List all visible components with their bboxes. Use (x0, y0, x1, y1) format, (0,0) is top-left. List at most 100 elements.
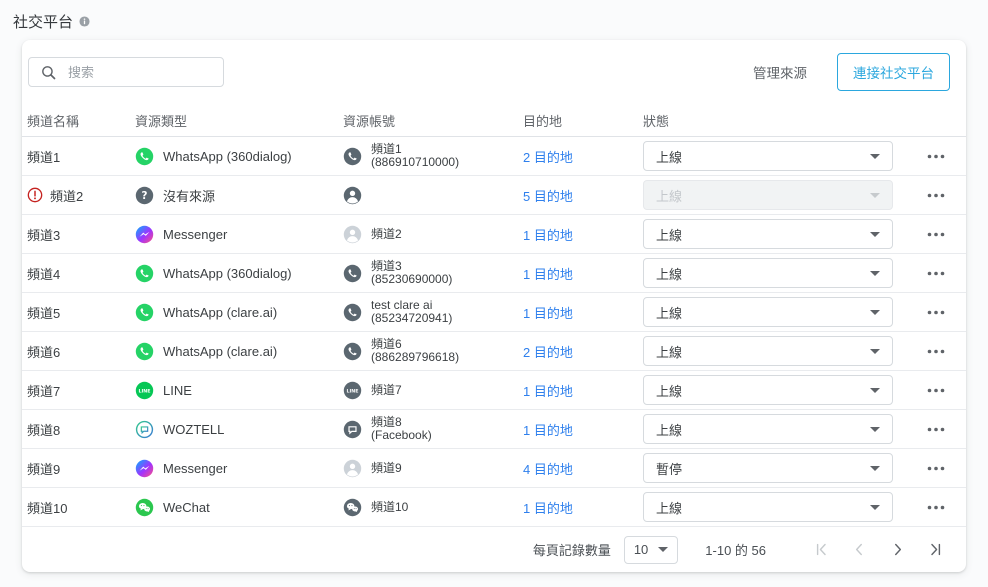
account-line1: 頻道6 (371, 338, 459, 352)
wechat-gray-icon (343, 498, 362, 517)
more-actions-button[interactable] (919, 187, 953, 204)
destination-link[interactable]: 1 目的地 (523, 423, 573, 438)
status-select[interactable]: 上線 (643, 336, 893, 366)
whatsapp-gray-icon (343, 147, 362, 166)
more-actions-button[interactable] (919, 460, 953, 477)
table-body: 頻道1 WhatsApp (360dialog) 頻道1 (8869107100… (22, 137, 966, 527)
person-light-icon (343, 459, 362, 478)
svg-text:?: ? (142, 190, 148, 202)
more-actions-button[interactable] (919, 499, 953, 516)
more-actions-button[interactable] (919, 382, 953, 399)
whatsapp-gray-icon (343, 342, 362, 361)
chevron-down-icon (870, 193, 880, 198)
more-dots-icon (927, 388, 945, 393)
status-select[interactable]: 上線 (643, 492, 893, 522)
more-dots-icon (927, 154, 945, 159)
account-line2: (886289796618) (371, 351, 459, 365)
next-page-button[interactable] (887, 539, 908, 560)
account-line1: test clare ai (371, 299, 452, 313)
table-row: 頻道8 WOZTELL 頻道8 (Facebook) 1 目的地 上線 (22, 410, 966, 449)
question-icon: ? (135, 186, 154, 205)
status-select[interactable]: 上線 (643, 141, 893, 171)
chevron-left-icon (851, 541, 868, 558)
rows-per-page-select[interactable]: 10 (624, 536, 678, 564)
destination-link[interactable]: 1 目的地 (523, 267, 573, 282)
first-page-button[interactable] (811, 539, 832, 560)
status-select[interactable]: 上線 (643, 297, 893, 327)
destination-link[interactable]: 4 目的地 (523, 462, 573, 477)
table-row: 頻道6 WhatsApp (clare.ai) 頻道6 (88628979661… (22, 332, 966, 371)
account-line1: 頻道10 (371, 501, 408, 515)
whatsapp-gray-icon (343, 264, 362, 283)
status-select[interactable]: 暫停 (643, 453, 893, 483)
status-select[interactable]: 上線 (643, 219, 893, 249)
account-line2: (85234720941) (371, 312, 452, 326)
destination-link[interactable]: 2 目的地 (523, 150, 573, 165)
info-icon (79, 16, 90, 27)
chevron-down-icon (870, 427, 880, 432)
resource-type-label: WhatsApp (clare.ai) (163, 344, 277, 359)
status-select[interactable]: 上線 (643, 258, 893, 288)
more-dots-icon (927, 466, 945, 471)
more-dots-icon (927, 310, 945, 315)
search-icon (40, 64, 57, 81)
destination-link[interactable]: 1 目的地 (523, 306, 573, 321)
whatsapp-icon (135, 342, 154, 361)
status-value: 上線 (656, 186, 682, 205)
table-row: 頻道9 Messenger 頻道9 4 目的地 暫停 (22, 449, 966, 488)
channel-name: 頻道2 (50, 186, 83, 205)
woztell-gray-icon (343, 420, 362, 439)
whatsapp-icon (135, 147, 154, 166)
status-select[interactable]: 上線 (643, 414, 893, 444)
status-select[interactable]: 上線 (643, 375, 893, 405)
resource-type-label: 沒有來源 (163, 186, 215, 205)
page-header: 社交平台 (0, 0, 988, 32)
rows-per-page-value: 10 (634, 542, 648, 557)
destination-link[interactable]: 1 目的地 (523, 228, 573, 243)
warning-icon (27, 187, 43, 203)
chevron-right-icon (889, 541, 906, 558)
account-line1: 頻道7 (371, 384, 402, 398)
status-value: 暫停 (656, 459, 682, 478)
channel-name: 頻道3 (27, 225, 60, 244)
column-header-resource-type: 資源類型 (135, 111, 343, 130)
line-gray-icon: LINE (343, 381, 362, 400)
destination-link[interactable]: 1 目的地 (523, 384, 573, 399)
connect-social-platform-button[interactable]: 連接社交平台 (837, 53, 950, 91)
destination-link[interactable]: 5 目的地 (523, 189, 573, 204)
destination-link[interactable]: 1 目的地 (523, 501, 573, 516)
status-value: 上線 (656, 225, 682, 244)
resource-type-label: LINE (163, 383, 192, 398)
search-input[interactable] (66, 64, 215, 81)
social-platform-card: 管理來源 連接社交平台 頻道名稱 資源類型 資源帳號 目的地 狀態 頻道1 Wh… (22, 40, 966, 572)
table-row: 頻道5 WhatsApp (clare.ai) test clare ai (8… (22, 293, 966, 332)
status-value: 上線 (656, 264, 682, 283)
resource-type-label: WhatsApp (360dialog) (163, 149, 292, 164)
previous-page-button[interactable] (849, 539, 870, 560)
table-row: 頻道3 Messenger 頻道2 1 目的地 上線 (22, 215, 966, 254)
messenger-icon (135, 459, 154, 478)
account-line1: 頻道2 (371, 228, 402, 242)
more-actions-button[interactable] (919, 304, 953, 321)
channel-name: 頻道6 (27, 342, 60, 361)
status-select[interactable]: 上線 (643, 180, 893, 210)
more-dots-icon (927, 505, 945, 510)
destination-link[interactable]: 2 目的地 (523, 345, 573, 360)
more-actions-button[interactable] (919, 265, 953, 282)
svg-text:LINE: LINE (138, 389, 150, 395)
more-actions-button[interactable] (919, 148, 953, 165)
more-actions-button[interactable] (919, 421, 953, 438)
chevron-down-icon (870, 505, 880, 510)
channel-name: 頻道9 (27, 459, 60, 478)
manage-sources-button[interactable]: 管理來源 (747, 61, 813, 83)
channel-name: 頻道1 (27, 147, 60, 166)
whatsapp-icon (135, 264, 154, 283)
column-header-status: 狀態 (643, 111, 905, 130)
more-actions-button[interactable] (919, 343, 953, 360)
table-row: 頻道2 ? 沒有來源 5 目的地 上線 (22, 176, 966, 215)
more-actions-button[interactable] (919, 226, 953, 243)
resource-type-label: Messenger (163, 227, 227, 242)
search-box[interactable] (28, 57, 224, 87)
whatsapp-icon (135, 303, 154, 322)
last-page-button[interactable] (925, 539, 946, 560)
